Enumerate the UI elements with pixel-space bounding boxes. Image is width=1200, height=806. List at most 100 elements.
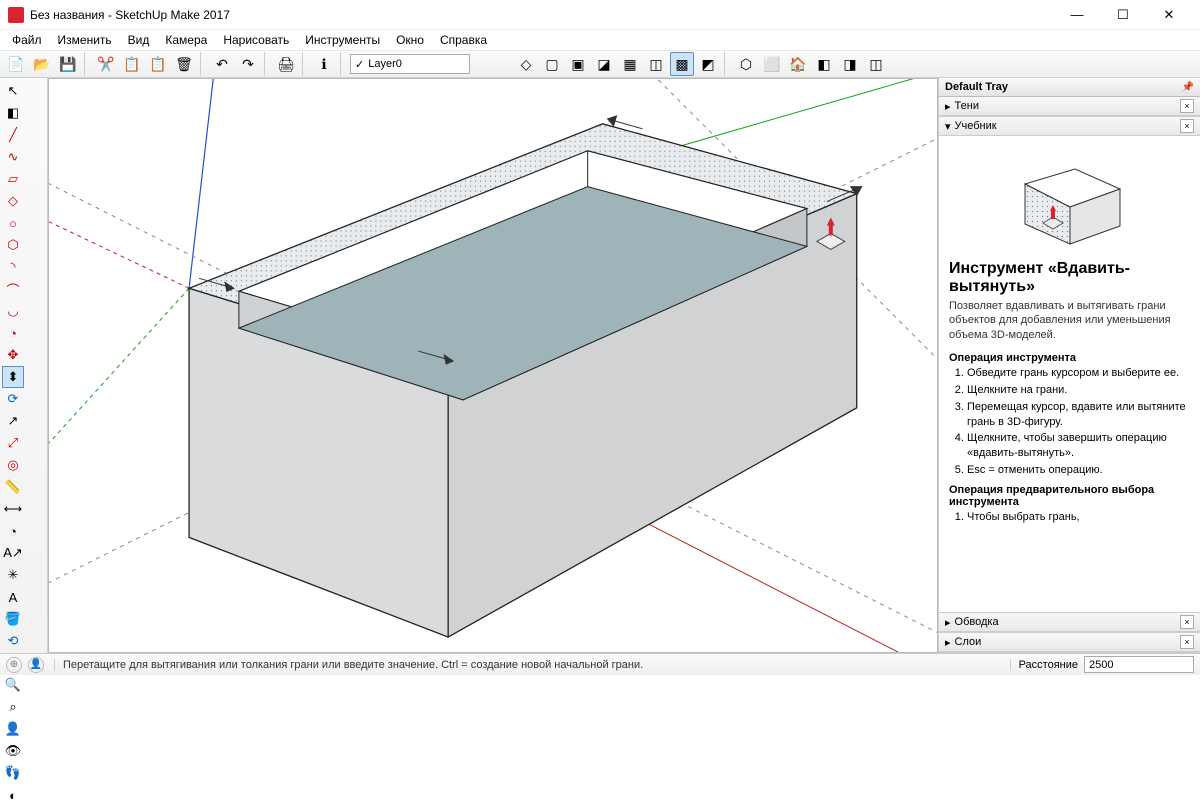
arc3-tool-icon[interactable]: ◡: [2, 300, 24, 322]
view-left-icon[interactable]: ◫: [864, 52, 888, 76]
polygon-tool-icon[interactable]: ⬡: [2, 234, 24, 256]
maximize-button[interactable]: ☐: [1100, 0, 1146, 30]
rotated-rect-tool-icon[interactable]: ◇: [2, 190, 24, 212]
arc-tool-icon[interactable]: ◝: [2, 256, 24, 278]
eraser-tool-icon[interactable]: ◧: [2, 102, 24, 124]
copy-icon[interactable]: 📋: [120, 52, 144, 76]
layer-selector[interactable]: ✓ Layer0: [350, 54, 470, 74]
followme-tool-icon[interactable]: ↗: [2, 410, 24, 432]
style-mono-icon[interactable]: ◫: [644, 52, 668, 76]
delete-icon[interactable]: 🗑: [172, 52, 196, 76]
redo-icon[interactable]: ↷: [236, 52, 260, 76]
panel-layers-header[interactable]: ▸ Слои ×: [939, 633, 1200, 652]
panel-close-icon[interactable]: ×: [1180, 119, 1194, 133]
style-xray-selected-icon[interactable]: ▩: [670, 52, 694, 76]
default-tray: Default Tray 📌 ▸ Тени × ▾ Учебник ×: [938, 78, 1200, 653]
menu-file[interactable]: Файл: [4, 31, 50, 49]
instructor-steps: Обведите грань курсором и выберите ее. Щ…: [949, 366, 1190, 478]
orbit-tool-icon[interactable]: ⟲: [2, 630, 24, 652]
view-right-icon[interactable]: ◧: [812, 52, 836, 76]
view-back-icon[interactable]: ◨: [838, 52, 862, 76]
panel-instructor-header[interactable]: ▾ Учебник ×: [939, 117, 1200, 136]
3dtext-tool-icon[interactable]: A: [2, 586, 24, 608]
pie-tool-icon[interactable]: ◔: [2, 322, 24, 344]
style-hidden-icon[interactable]: ▣: [566, 52, 590, 76]
menu-help[interactable]: Справка: [432, 31, 495, 49]
circle-tool-icon[interactable]: ○: [2, 212, 24, 234]
pin-icon[interactable]: 📌: [1182, 82, 1194, 93]
measure-input[interactable]: 2500: [1084, 656, 1194, 673]
look-around-tool-icon[interactable]: 👁: [2, 740, 24, 762]
paint-tool-icon[interactable]: 🪣: [2, 608, 24, 630]
cut-icon[interactable]: ✂️: [94, 52, 118, 76]
position-camera-tool-icon[interactable]: 👤: [2, 718, 24, 740]
new-file-icon[interactable]: 📄: [4, 52, 28, 76]
section-tool-icon[interactable]: ◐: [2, 784, 24, 806]
undo-icon[interactable]: ↶: [210, 52, 234, 76]
instructor-illustration: [949, 144, 1190, 254]
titlebar: Без названия - SketchUp Make 2017 — ☐ ✕: [0, 0, 1200, 30]
viewport-3d[interactable]: [48, 78, 938, 653]
panel-close-icon[interactable]: ×: [1180, 635, 1194, 649]
walk-tool-icon[interactable]: 👣: [2, 762, 24, 784]
line-tool-icon[interactable]: ╱: [2, 124, 24, 146]
style-backface-icon[interactable]: ◩: [696, 52, 720, 76]
style-iso-icon[interactable]: ◇: [514, 52, 538, 76]
scale-tool-icon[interactable]: ⤢: [2, 432, 24, 454]
view-top-icon[interactable]: ⬜: [760, 52, 784, 76]
axis-red-neg: [49, 194, 189, 289]
panel-shadows-header[interactable]: ▸ Тени ×: [939, 97, 1200, 116]
check-icon: ✓: [355, 58, 364, 71]
paste-icon[interactable]: 📋: [146, 52, 170, 76]
menu-tools[interactable]: Инструменты: [297, 31, 388, 49]
view-iso-icon[interactable]: ⬡: [734, 52, 758, 76]
protractor-tool-icon[interactable]: ◔: [2, 520, 24, 542]
style-shaded-icon[interactable]: ◪: [592, 52, 616, 76]
credits-icon[interactable]: 👤: [28, 657, 44, 673]
text-tool-icon[interactable]: A↗: [2, 542, 24, 564]
select-tool-icon[interactable]: ↖: [2, 80, 24, 102]
menu-camera[interactable]: Камера: [157, 31, 215, 49]
move-tool-icon[interactable]: ✥: [2, 344, 24, 366]
menu-draw[interactable]: Нарисовать: [215, 31, 297, 49]
save-file-icon[interactable]: 💾: [56, 52, 80, 76]
freehand-tool-icon[interactable]: ∿: [2, 146, 24, 168]
zoom-tool-icon[interactable]: 🔍: [2, 674, 24, 696]
toolbox: ↖ ◧ ╱ ∿ ▱ ◇ ○ ⬡ ◝ ⌒ ◡ ◔ ✥ ⬍ ⟳ ↗ ⤢ ◎ 📏 ⟷ …: [0, 78, 48, 653]
rectangle-tool-icon[interactable]: ▱: [2, 168, 24, 190]
instructor-presel-title: Операция предварительного выбора инструм…: [949, 484, 1190, 508]
instructor-step: Чтобы выбрать грань,: [967, 510, 1190, 525]
panel-close-icon[interactable]: ×: [1180, 99, 1194, 113]
print-icon[interactable]: 🖨: [274, 52, 298, 76]
pushpull-tool-icon[interactable]: ⬍: [2, 366, 24, 388]
panel-outline-label: Обводка: [955, 616, 999, 628]
tray-title: Default Tray: [945, 81, 1008, 93]
tray-header[interactable]: Default Tray 📌: [939, 78, 1200, 97]
menu-edit[interactable]: Изменить: [50, 31, 120, 49]
geolocation-icon[interactable]: ⊕: [6, 657, 22, 673]
expand-icon: ▸: [945, 636, 951, 649]
rotate-tool-icon[interactable]: ⟳: [2, 388, 24, 410]
dimension-tool-icon[interactable]: ⟷: [2, 498, 24, 520]
offset-tool-icon[interactable]: ◎: [2, 454, 24, 476]
menu-window[interactable]: Окно: [388, 31, 432, 49]
close-button[interactable]: ✕: [1146, 0, 1192, 30]
style-wire-icon[interactable]: ▢: [540, 52, 564, 76]
panel-instructor-label: Учебник: [955, 120, 997, 132]
minimize-button[interactable]: —: [1054, 0, 1100, 30]
arc2-tool-icon[interactable]: ⌒: [2, 278, 24, 300]
open-file-icon[interactable]: 📂: [30, 52, 54, 76]
workarea: ↖ ◧ ╱ ∿ ▱ ◇ ○ ⬡ ◝ ⌒ ◡ ◔ ✥ ⬍ ⟳ ↗ ⤢ ◎ 📏 ⟷ …: [0, 78, 1200, 653]
panel-shadows: ▸ Тени ×: [939, 97, 1200, 117]
view-front-icon[interactable]: 🏠: [786, 52, 810, 76]
statusbar: ⊕ 👤 Перетащите для вытягивания или толка…: [0, 653, 1200, 675]
instructor-step: Щелкните на грани.: [967, 383, 1190, 398]
panel-close-icon[interactable]: ×: [1180, 615, 1194, 629]
panel-outline-header[interactable]: ▸ Обводка ×: [939, 613, 1200, 632]
tape-tool-icon[interactable]: 📏: [2, 476, 24, 498]
zoom-extents-tool-icon[interactable]: ⌕: [2, 696, 24, 718]
menu-view[interactable]: Вид: [120, 31, 158, 49]
style-shaded-tex-icon[interactable]: ▦: [618, 52, 642, 76]
model-info-icon[interactable]: ℹ: [312, 52, 336, 76]
axes-tool-icon[interactable]: ✳: [2, 564, 24, 586]
